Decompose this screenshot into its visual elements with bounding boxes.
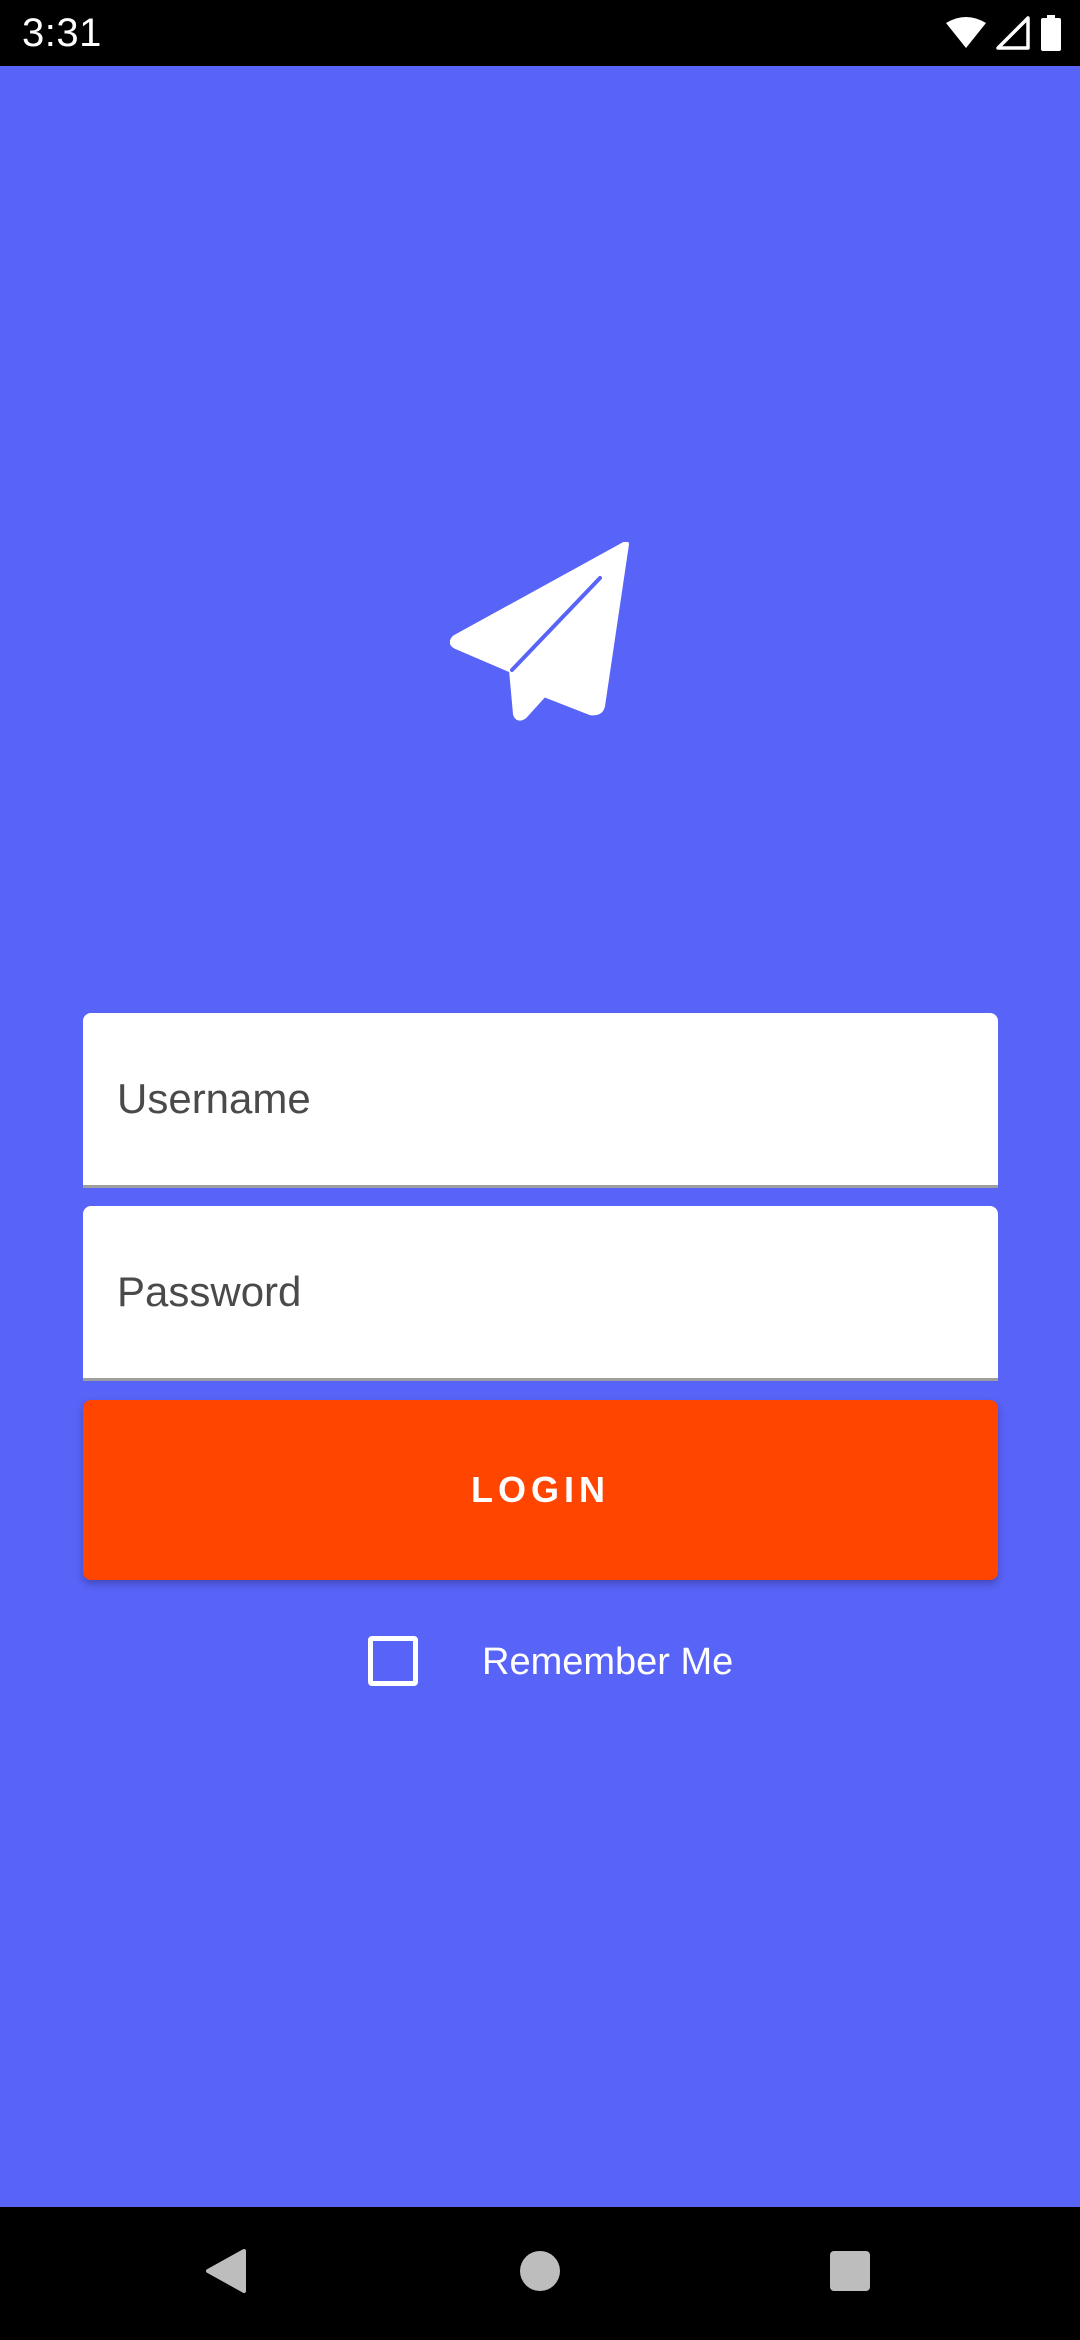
navigation-bar <box>0 2207 1080 2340</box>
remember-me-row: Remember Me <box>0 1636 1080 1692</box>
password-field[interactable] <box>83 1206 998 1381</box>
recents-button[interactable] <box>780 2207 920 2340</box>
username-input[interactable] <box>83 1013 998 1185</box>
status-icons <box>946 14 1062 52</box>
battery-icon <box>1040 15 1062 51</box>
home-button[interactable] <box>470 2207 610 2340</box>
recents-icon <box>828 2249 872 2298</box>
back-icon <box>204 2247 248 2300</box>
status-bar: 3:31 <box>0 0 1080 66</box>
home-icon <box>518 2249 562 2298</box>
back-button[interactable] <box>156 2207 296 2340</box>
password-input[interactable] <box>83 1206 998 1378</box>
username-field[interactable] <box>83 1013 998 1188</box>
paper-plane-icon <box>449 541 630 722</box>
status-time: 3:31 <box>22 11 102 55</box>
login-button[interactable]: LOGIN <box>83 1400 998 1580</box>
login-screen: 3:31 Username LOGIN Remember Me <box>0 0 1080 2340</box>
signal-icon <box>996 16 1030 50</box>
wifi-icon <box>946 17 986 49</box>
remember-me-label[interactable]: Remember Me <box>482 1640 733 1684</box>
remember-me-checkbox[interactable] <box>368 1636 418 1686</box>
